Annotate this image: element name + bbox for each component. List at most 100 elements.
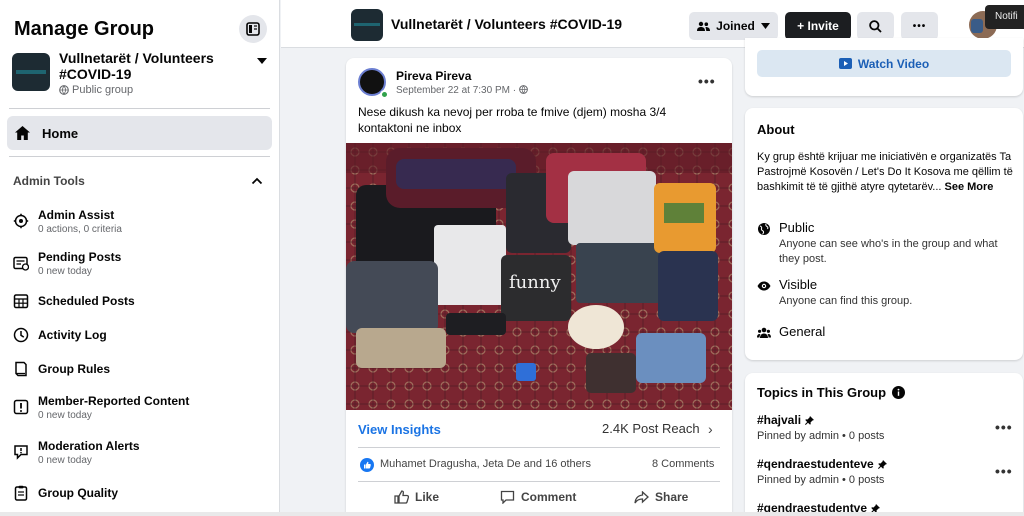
menu-item-label: Moderation Alerts: [38, 438, 140, 453]
see-more-link[interactable]: See More: [945, 181, 994, 193]
feed-post: Pireva Pireva September 22 at 7:30 PM · …: [346, 58, 732, 516]
reactions-summary[interactable]: Muhamet Dragusha, Jeta De and 16 others: [380, 458, 591, 470]
divider: [9, 108, 270, 109]
divider: [358, 481, 720, 482]
admin-tools-label: Admin Tools: [13, 174, 85, 188]
menu-item-label: Group Quality: [38, 486, 119, 500]
menu-item-label: Pending Posts: [38, 249, 122, 264]
comments-count[interactable]: 8 Comments: [652, 458, 714, 470]
sidebar-item-member-reported-content[interactable]: Member-Reported Content 0 new today: [0, 389, 279, 425]
post-photo[interactable]: funny: [346, 143, 732, 410]
group-switcher[interactable]: Vullnetarët / Volunteers #COVID-19 Publi…: [0, 50, 279, 108]
sidebar-header: Manage Group: [0, 0, 279, 48]
window-bottom-edge: [0, 512, 1024, 516]
topics-title-label: Topics in This Group: [757, 385, 887, 400]
divider: [9, 156, 270, 157]
sidebar-item-home[interactable]: Home: [7, 116, 272, 150]
like-icon: [394, 490, 409, 504]
more-options-button[interactable]: •••: [901, 12, 938, 40]
caret-down-icon: [257, 58, 267, 64]
home-icon: [15, 126, 30, 140]
topic-item[interactable]: #hajvali Pinned by admin • 0 posts: [757, 413, 884, 442]
search-button[interactable]: [857, 12, 894, 40]
post-author[interactable]: Pireva Pireva: [396, 69, 471, 83]
sidebar-item-scheduled-posts[interactable]: Scheduled Posts: [0, 287, 279, 315]
group-privacy-label: Public group: [72, 84, 134, 96]
public-description: Anyone can see who's in the group and wh…: [779, 238, 998, 265]
about-general[interactable]: General: [757, 324, 825, 340]
invite-button[interactable]: + Invite: [785, 12, 851, 40]
menu-item-subtext: 0 new today: [38, 409, 92, 421]
notification-tooltip: Notifi: [985, 5, 1024, 29]
menu-item-subtext: 0 new today: [38, 454, 92, 466]
view-insights-link[interactable]: View Insights: [358, 422, 441, 437]
admin-tools-header[interactable]: Admin Tools: [0, 159, 279, 203]
post-options-button[interactable]: •••: [698, 73, 716, 89]
globe-icon: [518, 85, 528, 94]
group-quality-icon: [12, 485, 29, 502]
search-icon: [869, 19, 882, 33]
info-icon[interactable]: [892, 386, 906, 399]
divider: [358, 447, 720, 448]
group-rules-icon: [12, 361, 29, 378]
manage-group-sidebar: Manage Group Vullnetarët / Volunteers #C…: [0, 0, 280, 516]
chevron-up-icon: [251, 177, 263, 185]
watch-video-button[interactable]: Watch Video: [757, 50, 1011, 77]
like-button[interactable]: Like: [394, 490, 439, 504]
post-reach[interactable]: 2.4K Post Reach: [602, 421, 700, 436]
post-text: Nese dikush ka nevoj per rroba te fmive …: [358, 105, 667, 135]
share-button[interactable]: Share: [634, 490, 688, 504]
group-cover-thumbnail[interactable]: [351, 9, 383, 41]
group-title[interactable]: Vullnetarët / Volunteers #COVID-19: [391, 16, 622, 32]
sidebar-item-admin-assist[interactable]: Admin Assist 0 actions, 0 criteria: [0, 203, 279, 239]
activity-log-icon: [12, 327, 29, 344]
menu-item-label: Member-Reported Content: [38, 393, 190, 408]
post-timestamp[interactable]: September 22 at 7:30 PM ·: [396, 85, 528, 96]
menu-item-label: Scheduled Posts: [38, 294, 135, 308]
menu-item-label: Activity Log: [38, 328, 107, 342]
comment-button[interactable]: Comment: [500, 490, 576, 504]
topics-title: Topics in This Group: [757, 385, 906, 400]
comment-icon: [500, 490, 515, 504]
sidebar-item-group-quality[interactable]: Group Quality: [0, 479, 279, 507]
video-card: Watch Video: [745, 38, 1023, 96]
play-video-icon: [838, 58, 852, 69]
menu-item-label: Group Rules: [38, 362, 111, 376]
sidebar-toggle-button[interactable]: [239, 15, 267, 43]
topic-meta: Pinned by admin • 0 posts: [757, 430, 885, 442]
sidebar-item-group-rules[interactable]: Group Rules: [0, 355, 279, 383]
topic-item[interactable]: #qendraestudenteve Pinned by admin • 0 p…: [757, 457, 887, 486]
sidebar-item-pending-posts[interactable]: Pending Posts 0 new today: [0, 245, 279, 281]
watch-video-label: Watch Video: [857, 56, 930, 71]
topic-options-button[interactable]: •••: [995, 419, 1013, 435]
globe-icon: [59, 85, 69, 95]
joined-label: Joined: [716, 19, 755, 33]
group-name: Vullnetarët / Volunteers #COVID-19: [59, 50, 214, 82]
about-visible: Visible Anyone can find this group.: [757, 277, 1009, 309]
sidebar-item-activity-log[interactable]: Activity Log: [0, 321, 279, 349]
topic-meta: Pinned by admin • 0 posts: [757, 474, 885, 486]
like-label: Like: [415, 490, 440, 504]
report-icon: [12, 399, 29, 416]
menu-item-label: Admin Assist: [38, 207, 115, 222]
chevron-right-icon[interactable]: ›: [708, 421, 713, 437]
about-title: About: [757, 122, 795, 137]
topic-options-button[interactable]: •••: [995, 463, 1013, 479]
topic-name: #hajvali: [757, 413, 802, 427]
menu-item-subtext: 0 new today: [38, 265, 92, 277]
scheduled-posts-icon: [12, 293, 29, 310]
share-label: Share: [655, 490, 689, 504]
sidebar-item-moderation-alerts[interactable]: Moderation Alerts 0 new today: [0, 434, 279, 470]
general-label: General: [779, 324, 826, 339]
about-card: About Ky grup është krijuar me iniciativ…: [745, 108, 1023, 360]
moderation-alerts-icon: [12, 444, 29, 461]
topic-name: #qendraestudenteve: [757, 457, 874, 471]
pending-posts-icon: [12, 255, 29, 272]
share-icon: [634, 490, 649, 503]
pin-icon: [805, 415, 815, 425]
joined-button[interactable]: Joined: [689, 12, 778, 40]
about-public: Public Anyone can see who's in the group…: [757, 220, 1009, 267]
post-time-label: September 22 at 7:30 PM ·: [396, 85, 519, 96]
visible-description: Anyone can find this group.: [779, 295, 913, 307]
menu-item-subtext: 0 actions, 0 criteria: [38, 223, 122, 235]
